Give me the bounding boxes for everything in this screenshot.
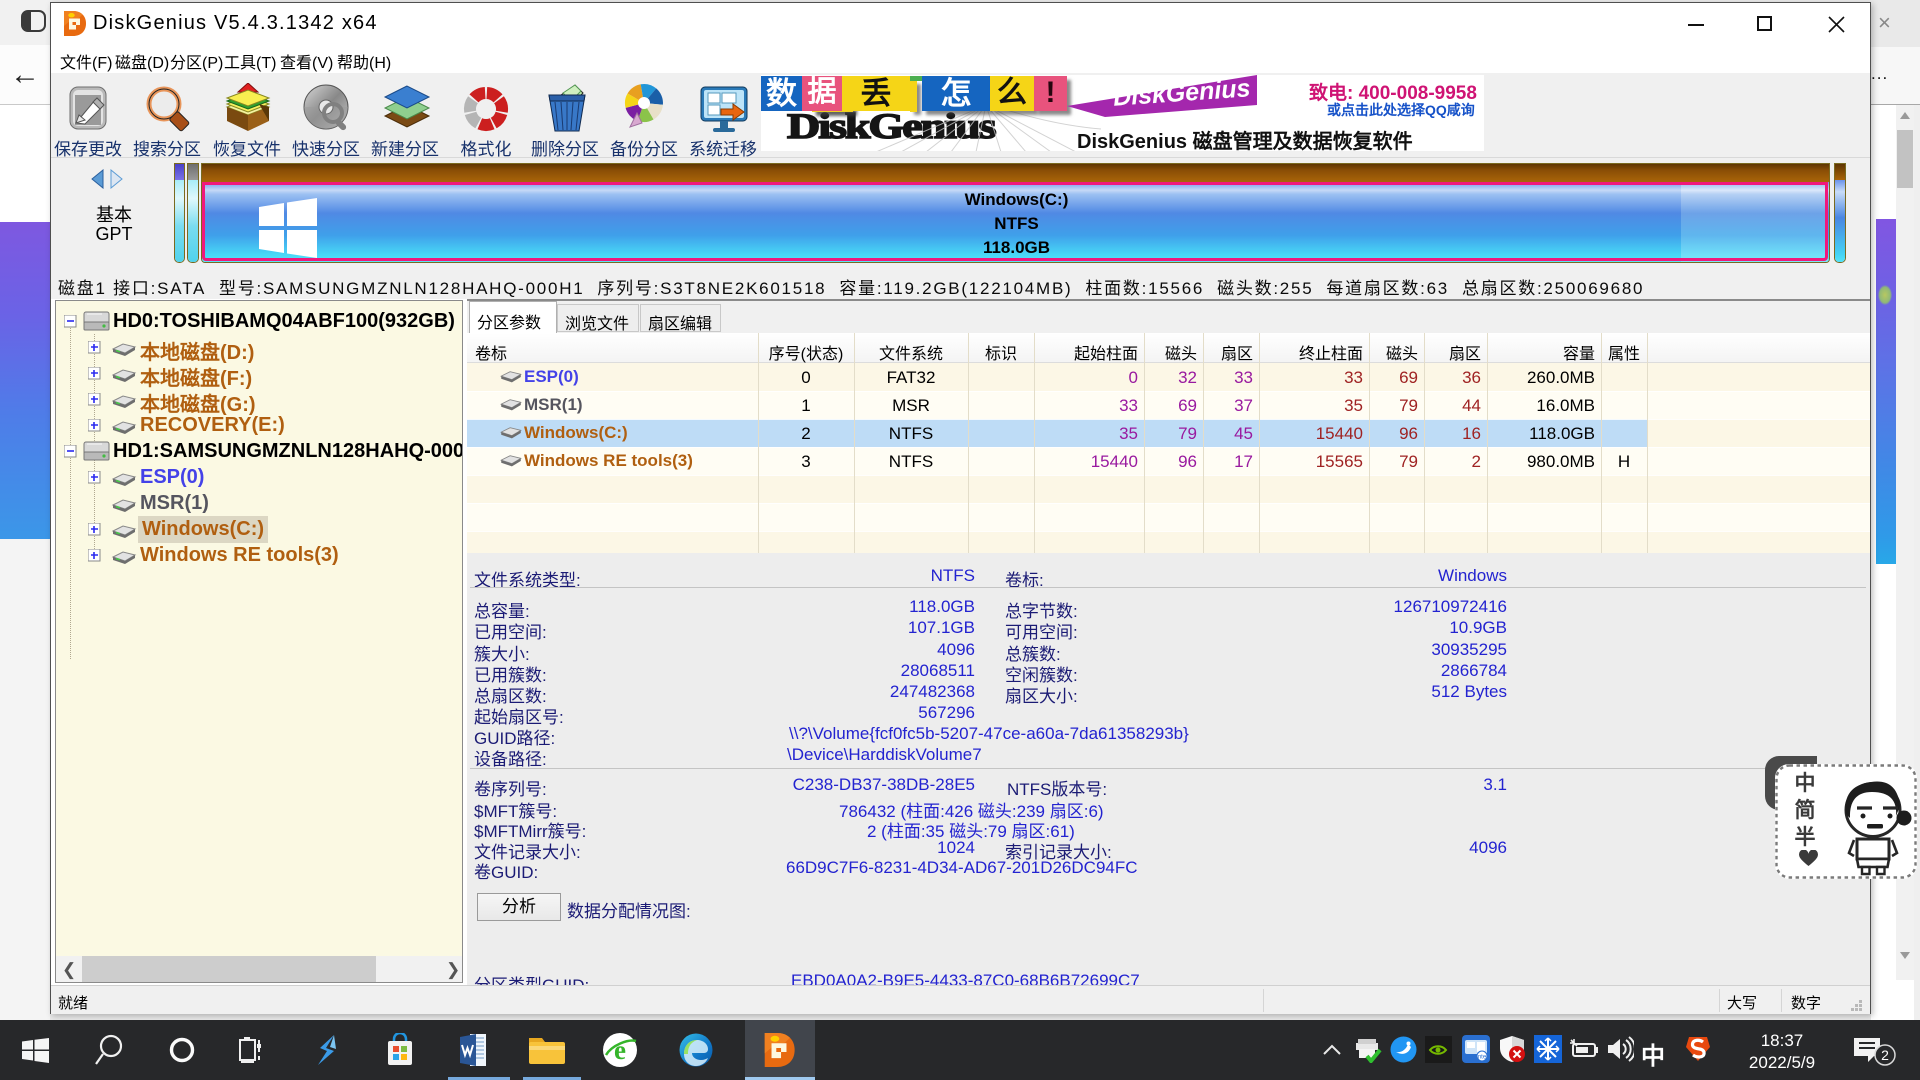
svg-text:e: e: [614, 1035, 626, 1065]
svg-text:intel: intel: [1476, 1055, 1487, 1061]
svg-text:2: 2: [1881, 1047, 1889, 1063]
